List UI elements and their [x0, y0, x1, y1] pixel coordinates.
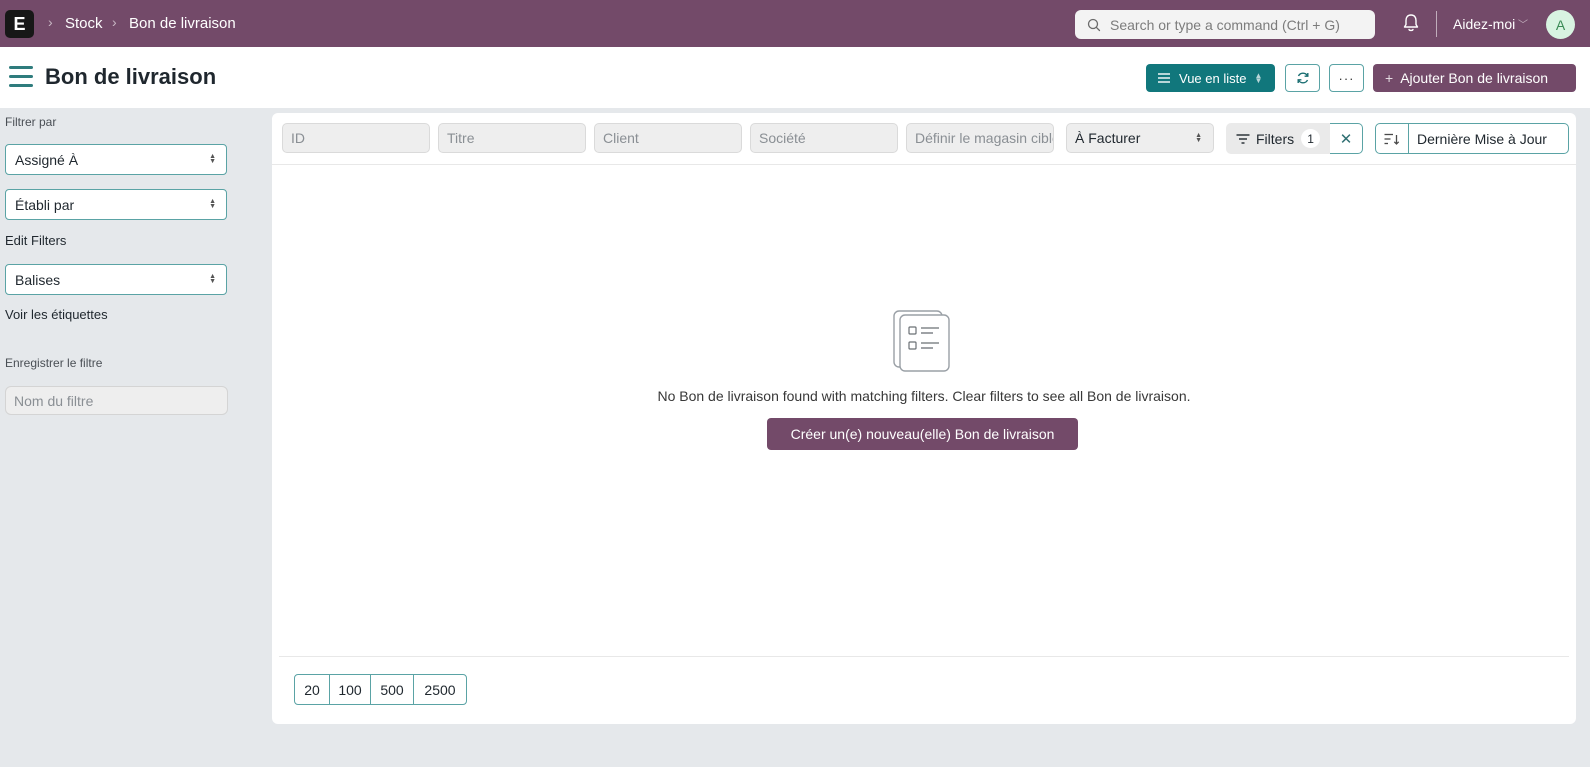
sort-order-button[interactable]	[1376, 124, 1409, 153]
tags-label: Balises	[15, 271, 61, 288]
page-length-selector: 20 100 500 2500	[294, 674, 467, 705]
created-by-select[interactable]: Établi par ▲ ▼	[5, 189, 227, 220]
refresh-button[interactable]	[1285, 64, 1320, 92]
id-filter-input[interactable]	[282, 123, 430, 153]
awesomebar[interactable]	[1075, 10, 1375, 39]
more-actions-button[interactable]: ···	[1329, 64, 1364, 92]
title-filter-input[interactable]	[438, 123, 586, 153]
list-card: À Facturer ▲▼ Filters 1 ✕ Dernière Mise …	[272, 113, 1576, 724]
select-arrows-icon: ▲ ▼	[1195, 132, 1202, 144]
empty-list-icon	[893, 310, 950, 372]
page-head: Bon de livraison Vue en liste ▲ ▼ ··· + A…	[0, 47, 1590, 108]
breadcrumb-stock[interactable]: Stock	[65, 15, 103, 32]
list-footer-divider	[279, 656, 1569, 657]
page-title: Bon de livraison	[45, 64, 217, 89]
create-new-button[interactable]: Créer un(e) nouveau(elle) Bon de livrais…	[767, 418, 1078, 450]
app-logo[interactable]: E	[5, 10, 34, 38]
tags-select[interactable]: Balises ▲ ▼	[5, 264, 227, 295]
chevron-down-icon: ﹀	[1518, 20, 1528, 31]
user-avatar[interactable]: A	[1546, 10, 1575, 39]
select-arrows-icon: ▲ ▼	[209, 198, 216, 210]
view-switcher-label: Vue en liste	[1179, 70, 1247, 86]
filters-count-badge: 1	[1301, 129, 1321, 148]
company-filter-input[interactable]	[750, 123, 898, 153]
add-delivery-note-button[interactable]: + Ajouter Bon de livraison	[1373, 64, 1576, 92]
page-length-100[interactable]: 100	[330, 675, 371, 704]
refresh-icon	[1297, 72, 1308, 84]
save-filter-label: Enregistrer le filtre	[5, 356, 103, 370]
page-length-2500[interactable]: 2500	[414, 675, 466, 704]
add-button-label: Ajouter Bon de livraison	[1400, 70, 1549, 86]
filter-icon	[1236, 133, 1250, 144]
chevron-right-icon: ›	[112, 14, 117, 30]
close-icon: ✕	[1339, 130, 1353, 148]
filters-label: Filters	[1256, 130, 1295, 147]
status-filter-value: À Facturer	[1075, 130, 1141, 146]
select-arrows-icon: ▲ ▼	[1254, 71, 1263, 85]
filter-bar: À Facturer ▲▼ Filters 1 ✕ Dernière Mise …	[272, 113, 1576, 165]
filter-by-label: Filtrer par	[5, 115, 57, 129]
notification-bell-icon[interactable]	[1402, 13, 1420, 33]
status-filter-select[interactable]: À Facturer ▲ ▼	[1066, 123, 1214, 153]
list-icon	[1158, 73, 1170, 83]
top-navbar: E › Stock › Bon de livraison Aidez-moi ﹀…	[0, 0, 1590, 47]
assigned-to-label: Assigné À	[15, 151, 79, 168]
help-dropdown[interactable]: Aidez-moi	[1453, 16, 1515, 32]
show-tags-link[interactable]: Voir les étiquettes	[5, 307, 108, 322]
sort-field-label[interactable]: Dernière Mise à Jour	[1409, 131, 1547, 147]
assigned-to-select[interactable]: Assigné À ▲ ▼	[5, 144, 227, 175]
search-icon	[1087, 18, 1101, 31]
sort-descending-icon	[1384, 133, 1400, 145]
plus-icon: +	[1385, 70, 1394, 86]
select-arrows-icon: ▲ ▼	[209, 153, 216, 165]
edit-filters-link[interactable]: Edit Filters	[5, 233, 66, 248]
filters-button[interactable]: Filters 1	[1226, 123, 1331, 154]
chevron-right-icon: ›	[48, 14, 53, 30]
target-warehouse-filter-input[interactable]	[906, 123, 1054, 153]
sidebar-toggle-icon[interactable]	[9, 66, 33, 90]
page-length-500[interactable]: 500	[371, 675, 414, 704]
breadcrumb-delivery-note[interactable]: Bon de livraison	[129, 15, 236, 32]
select-arrows-icon: ▲ ▼	[209, 273, 216, 285]
empty-state-message: No Bon de livraison found with matching …	[657, 388, 1191, 404]
sort-selector[interactable]: Dernière Mise à Jour	[1375, 123, 1569, 154]
customer-filter-input[interactable]	[594, 123, 742, 153]
page-length-20[interactable]: 20	[295, 675, 330, 704]
created-by-label: Établi par	[15, 196, 75, 213]
search-input[interactable]	[1110, 16, 1350, 33]
filter-name-input[interactable]	[5, 386, 228, 415]
clear-filters-button[interactable]: ✕	[1330, 123, 1363, 154]
list-view-switcher[interactable]: Vue en liste ▲ ▼	[1146, 64, 1275, 92]
navbar-divider	[1436, 11, 1437, 37]
